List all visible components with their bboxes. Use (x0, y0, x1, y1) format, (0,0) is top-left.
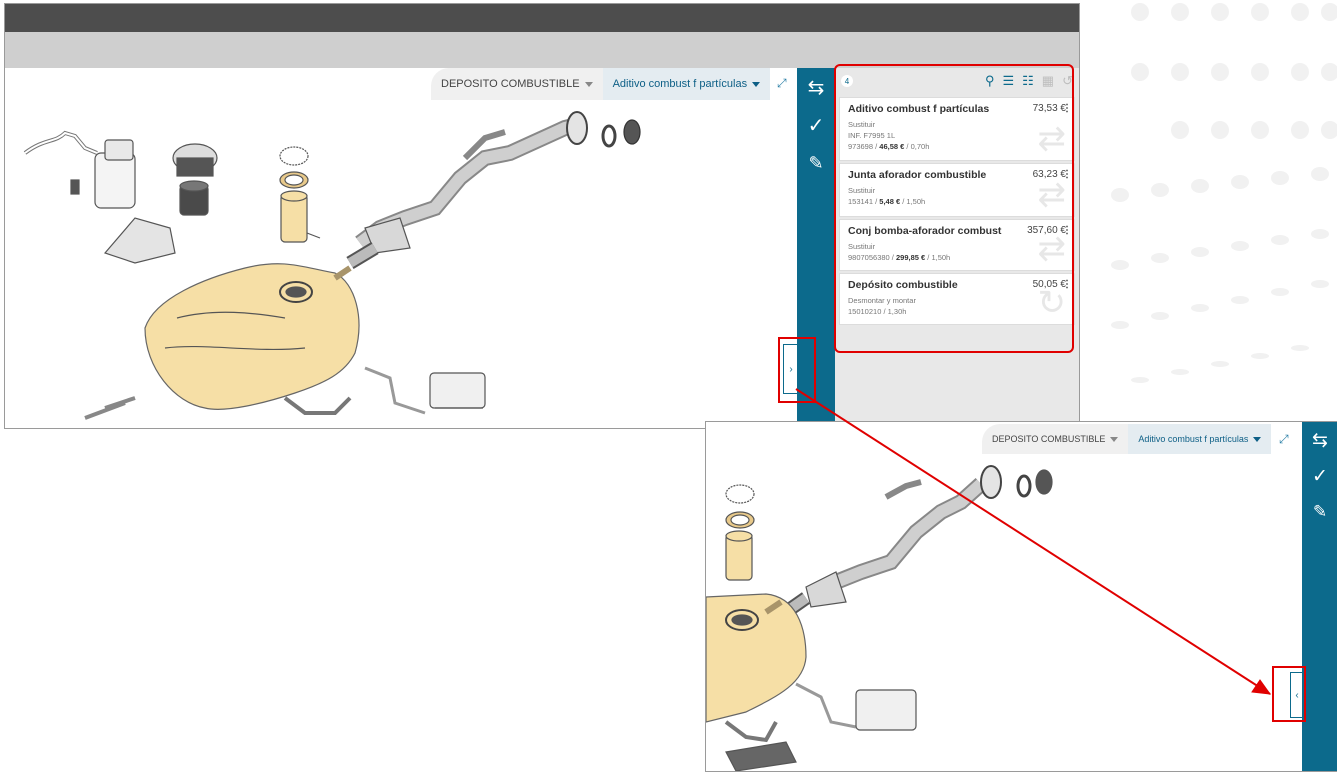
arrow-head (1251, 679, 1272, 695)
annotation-arrow (795, 388, 1272, 695)
